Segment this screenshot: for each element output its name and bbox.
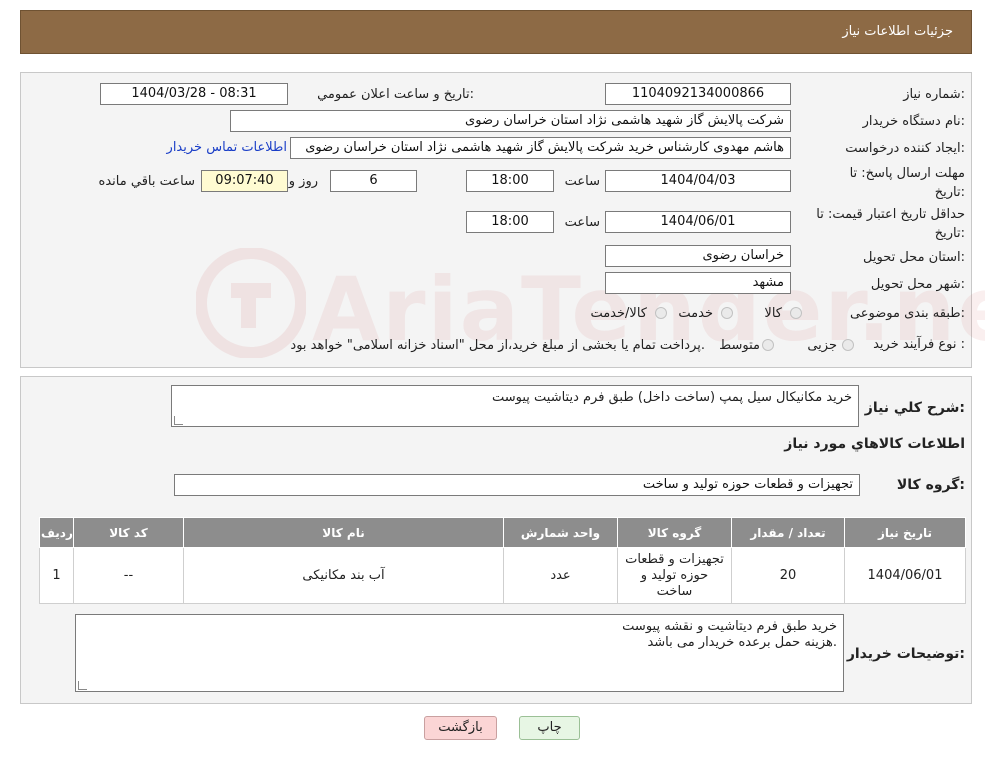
- need-number-label: شماره نیاز:: [903, 87, 965, 102]
- items-section-title: اطلاعات کالاهاي مورد نیاز: [784, 436, 965, 452]
- deadline-time-label: ساعت: [564, 174, 600, 189]
- process-minor-radio[interactable]: [842, 339, 854, 351]
- buyer-contact-link[interactable]: اطلاعات تماس خریدار: [155, 140, 287, 155]
- announce-field: 1404/03/28 - 08:31: [100, 83, 288, 105]
- announce-label: تاریخ و ساعت اعلان عمومي:: [317, 87, 474, 102]
- deadline-date-field: 1404/04/03: [605, 170, 791, 192]
- resize-grip-icon[interactable]: [174, 416, 183, 425]
- items-table-header: ردیف کد کالا نام کالا واحد شمارش گروه کا…: [39, 517, 966, 548]
- col-item-name: نام کالا: [183, 517, 504, 548]
- buyer-org-label: نام دستگاه خریدار:: [862, 114, 965, 129]
- province-label: استان محل تحویل:: [863, 250, 965, 265]
- category-goods-radio[interactable]: [790, 307, 802, 319]
- col-row-number: ردیف: [39, 517, 74, 548]
- goods-group-label: گروه کالا:: [896, 477, 965, 493]
- remaining-label: ساعت باقي مانده: [98, 174, 195, 189]
- cell-quantity: 20: [731, 547, 845, 604]
- page-title: جزئیات اطلاعات نیاز: [842, 24, 953, 39]
- cell-item-group: تجهیزات و قطعات حوزه تولید و ساخت: [617, 547, 732, 604]
- category-service-radio[interactable]: [721, 307, 733, 319]
- days-field: 6: [330, 170, 417, 192]
- need-description-label: شرح کلي نیاز:: [864, 400, 965, 416]
- need-description-field: خرید مکانیکال سیل پمپ (ساخت داخل) طبق فر…: [171, 385, 859, 427]
- cell-unit: عدد: [503, 547, 618, 604]
- col-need-date: تاریخ نیاز: [844, 517, 966, 548]
- cell-row-number: 1: [39, 547, 74, 604]
- city-field: مشهد: [605, 272, 791, 294]
- print-button[interactable]: چاپ: [519, 716, 580, 740]
- buyer-notes-label: توضیحات خریدار:: [846, 646, 965, 662]
- table-row: 1 -- آب بند مکانیکی عدد تجهیزات و قطعات …: [39, 547, 966, 604]
- process-note: پرداخت تمام یا بخشی از مبلغ خرید،از محل …: [290, 338, 705, 353]
- remaining-time-field: 09:07:40: [201, 170, 288, 192]
- process-medium-label: متوسط: [719, 338, 760, 353]
- validity-time-field: 18:00: [466, 211, 554, 233]
- requester-label: ایجاد کننده درخواست:: [845, 141, 965, 156]
- validity-date-field: 1404/06/01: [605, 211, 791, 233]
- province-field: خراسان رضوی: [605, 245, 791, 267]
- process-medium-radio[interactable]: [762, 339, 774, 351]
- category-goods-service-radio[interactable]: [655, 307, 667, 319]
- items-table: ردیف کد کالا نام کالا واحد شمارش گروه کا…: [39, 517, 966, 604]
- col-unit: واحد شمارش: [503, 517, 618, 548]
- goods-group-field: تجهیزات و قطعات حوزه تولید و ساخت: [174, 474, 860, 496]
- category-goods-service-label: کالا/خدمت: [590, 306, 647, 321]
- category-goods-label: کالا: [764, 306, 782, 321]
- cell-need-date: 1404/06/01: [844, 547, 966, 604]
- requester-field: هاشم مهدوی کارشناس خرید شرکت پالایش گاز …: [290, 137, 791, 159]
- back-button[interactable]: بازگشت: [424, 716, 497, 740]
- need-number-field: 1104092134000866: [605, 83, 791, 105]
- days-label: روز و: [288, 174, 318, 189]
- deadline-time-field: 18:00: [466, 170, 554, 192]
- validity-time-label: ساعت: [564, 215, 600, 230]
- category-service-label: خدمت: [678, 306, 713, 321]
- buyer-org-field: شرکت پالایش گاز شهید هاشمی نژاد استان خر…: [230, 110, 791, 132]
- resize-grip-icon[interactable]: [78, 681, 87, 690]
- city-label: شهر محل تحویل:: [870, 277, 965, 292]
- process-minor-label: جزیی: [807, 338, 837, 353]
- cell-item-name: آب بند مکانیکی: [183, 547, 504, 604]
- page-header: جزئیات اطلاعات نیاز: [20, 10, 972, 54]
- process-label: نوع فرآیند خرید :: [873, 337, 965, 352]
- col-item-group: گروه کالا: [617, 517, 732, 548]
- cell-item-code: --: [73, 547, 184, 604]
- category-label: طبقه بندی موضوعی:: [849, 306, 965, 321]
- buyer-notes-field: خرید طبق فرم دیتاشیت و نقشه پیوست هزینه …: [75, 614, 844, 692]
- col-quantity: تعداد / مقدار: [731, 517, 845, 548]
- validity-label: حداقل تاریخ اعتبار قیمت: تا تاریخ:: [816, 207, 965, 241]
- col-item-code: کد کالا: [73, 517, 184, 548]
- deadline-label: مهلت ارسال پاسخ: تا تاریخ:: [849, 166, 965, 200]
